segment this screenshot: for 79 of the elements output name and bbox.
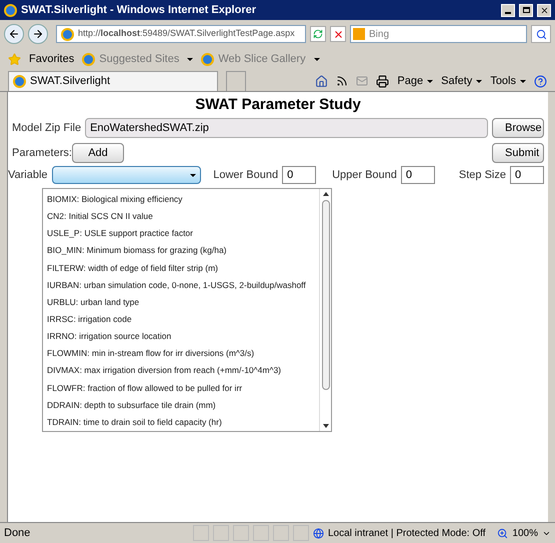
zoom-icon	[497, 528, 508, 538]
dropdown-item[interactable]: BIOMIX: Biological mixing efficiency	[47, 191, 319, 208]
stop-icon	[332, 28, 344, 40]
minimize-icon	[505, 12, 511, 14]
dropdown-item[interactable]: FILTERW: width of edge of field filter strip (m)	[47, 260, 319, 277]
caret-icon	[190, 174, 196, 176]
dropdown-item[interactable]: BIO_MIN: Minimum biomass for grazing (kg/ha)	[47, 242, 319, 260]
refresh-icon	[313, 29, 323, 39]
scroll-up-icon[interactable]	[322, 192, 328, 196]
status-pane	[193, 525, 209, 541]
command-menu[interactable]: Page	[397, 72, 434, 90]
search-icon	[536, 28, 546, 40]
dropdown-item[interactable]: FLOWFR: fraction of flow allowed to be pulled for irr	[47, 380, 319, 397]
status-pane	[213, 525, 229, 541]
scrollbar-thumb[interactable]	[322, 200, 330, 390]
minimize-button[interactable]	[501, 4, 515, 16]
close-button[interactable]	[537, 4, 551, 16]
dropdown-item[interactable]: TDRAIN: time to drain soil to field capacity (hr)	[47, 414, 319, 431]
bound-field[interactable]: 0	[282, 166, 316, 184]
browser-tab[interactable]: SWAT.Silverlight	[8, 71, 218, 91]
search-field[interactable]: Bing	[350, 25, 527, 43]
favorites-button[interactable]: Favorites	[29, 50, 74, 68]
command-menu[interactable]: Safety	[441, 72, 482, 90]
forward-button[interactable]	[28, 24, 48, 44]
scroll-down-icon[interactable]	[322, 424, 328, 428]
dropdown-item[interactable]: URBLU: urban land type	[47, 294, 319, 311]
url-text: http://localhost:59489/SWAT.SilverlightTestPage.aspx	[78, 27, 295, 40]
variable-dropdown[interactable]	[52, 166, 202, 184]
dropdown-item[interactable]: DDRAIN: depth to subsurface tile drain (mm)	[47, 396, 319, 414]
status-pane	[273, 525, 289, 541]
bound-field[interactable]: 0	[400, 166, 435, 184]
bound-label: Lower Bound	[213, 168, 278, 183]
status-pane	[293, 525, 309, 541]
scrollbar[interactable]	[319, 189, 331, 431]
globe-icon	[313, 528, 324, 538]
caret-icon	[187, 58, 194, 60]
add-button[interactable]: Add	[72, 143, 124, 163]
dropdown-item[interactable]: CN2: Initial SCS CN II value	[47, 208, 319, 226]
model-zip-field[interactable]: EnoWatershedSWAT.zip	[85, 118, 488, 138]
status-text: Done	[4, 526, 32, 541]
dropdown-item[interactable]: IRRSC: irrigation code	[47, 310, 319, 328]
page-heading: SWAT Parameter Study	[194, 96, 362, 114]
zoom-button[interactable]: 100%	[497, 526, 551, 540]
stop-button[interactable]	[330, 26, 346, 42]
back-arrow-icon	[8, 28, 20, 40]
maximize-button[interactable]	[519, 4, 533, 16]
feeds-icon[interactable]	[336, 75, 348, 87]
model-zip-label: Model Zip File	[12, 120, 82, 136]
caret-icon	[520, 80, 526, 82]
home-icon[interactable]	[315, 74, 328, 88]
bound-label: Step Size	[458, 168, 506, 183]
variable-label: Variable	[8, 168, 48, 183]
bound-label: Upper Bound	[332, 168, 397, 183]
command-menu[interactable]: Tools	[490, 72, 526, 90]
search-button[interactable]	[531, 25, 551, 43]
browse-button[interactable]: Browse	[492, 118, 544, 138]
back-button[interactable]	[4, 24, 24, 44]
address-field[interactable]: http://localhost:59489/SWAT.SilverlightTestPage.aspx	[56, 25, 306, 43]
status-pane	[253, 525, 269, 541]
close-icon	[540, 6, 548, 14]
status-pane	[233, 525, 249, 541]
maximize-icon	[522, 7, 530, 13]
caret-icon	[476, 80, 482, 82]
bound-field[interactable]: 0	[510, 166, 544, 184]
dropdown-item[interactable]: IURBAN: urban simulation code, 0-none, 1-USGS, 2-buildup/washoff	[47, 276, 319, 294]
caret-icon	[427, 80, 434, 82]
forward-arrow-icon	[32, 28, 44, 40]
window-title: SWAT.Silverlight - Windows Internet Explorer	[21, 2, 258, 18]
help-icon[interactable]	[534, 74, 547, 88]
print-icon[interactable]	[376, 74, 390, 88]
favorites-star-icon	[8, 52, 21, 66]
dropdown-item[interactable]: USLE_P: USLE support practice factor	[47, 225, 319, 242]
submit-button[interactable]: Submit	[492, 143, 544, 163]
dropdown-item[interactable]: FLOWMIN: min in-stream flow for irr diversions (m^3/s)	[47, 345, 319, 362]
dropdown-item[interactable]: DIVMAX: max irrigation diversion from reach (+mm/-10^4m^3)	[47, 362, 319, 380]
zone-status: Local intranet | Protected Mode: Off	[328, 526, 486, 540]
dropdown-item[interactable]: IRRNO: irrigation source location	[47, 328, 319, 346]
caret-icon	[314, 58, 320, 60]
refresh-button[interactable]	[310, 26, 326, 42]
